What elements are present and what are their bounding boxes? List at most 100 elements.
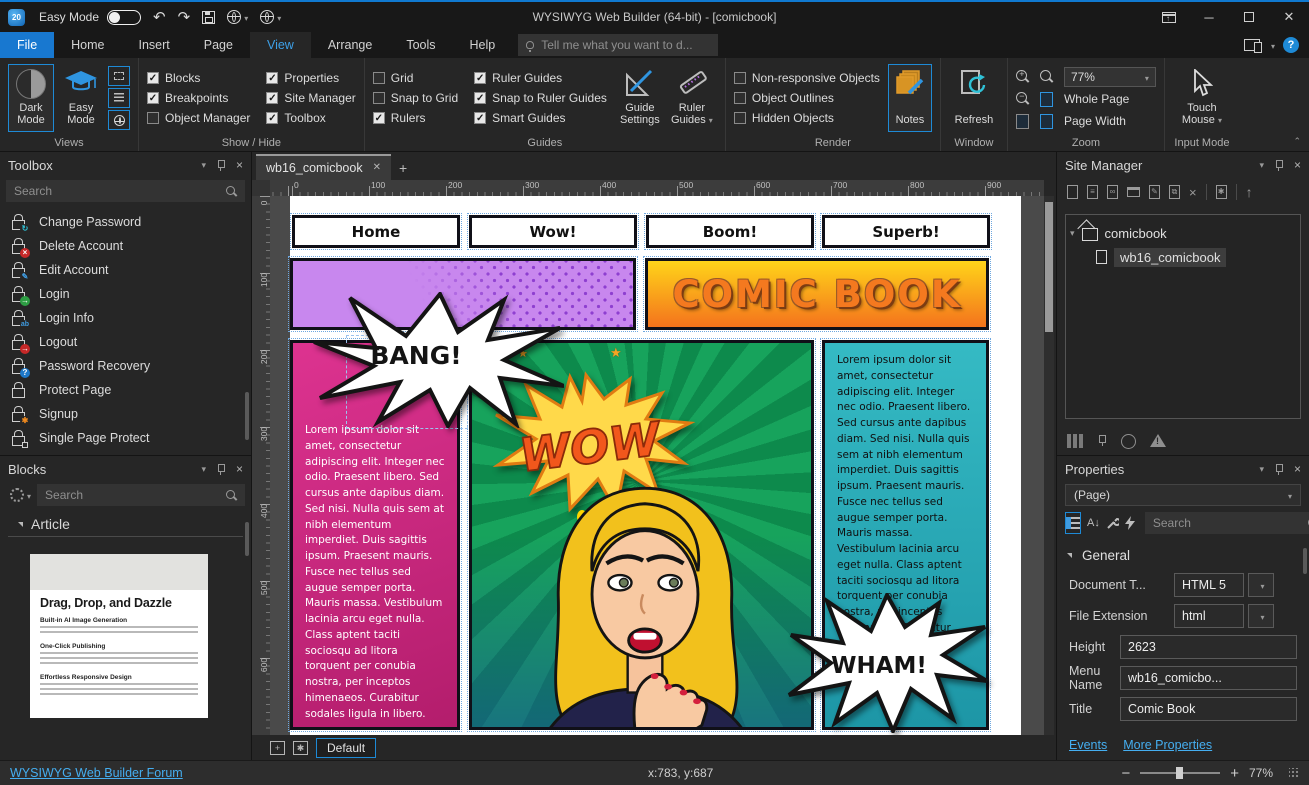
zoom-level-combo[interactable]: 77% — [1064, 67, 1156, 87]
blocks-search[interactable] — [37, 484, 245, 506]
toolbox-item-protect-page[interactable]: Protect Page — [0, 378, 251, 402]
tell-me-search[interactable]: Tell me what you want to d... — [518, 34, 718, 56]
zoom-in-icon[interactable]: + — [1016, 70, 1030, 84]
canvas-vertical-scrollbar[interactable] — [1044, 196, 1054, 735]
forum-link[interactable]: WYSIWYG Web Builder Forum — [10, 766, 183, 780]
toolbox-item-single-page-protect[interactable]: Single Page Protect — [0, 426, 251, 450]
tree-expand-icon[interactable]: ▾ — [1070, 228, 1075, 239]
page-settings-icon[interactable]: ✱ — [1216, 185, 1227, 199]
copy-page-icon[interactable]: ≡ — [1087, 185, 1098, 199]
tab-help[interactable]: Help — [453, 32, 513, 58]
fullscreen-button[interactable] — [108, 66, 130, 86]
help-icon[interactable]: ? — [1283, 37, 1299, 53]
toolbox-item-password-recovery[interactable]: ?Password Recovery — [0, 354, 251, 378]
tab-view[interactable]: View — [250, 32, 311, 58]
touch-mouse-button[interactable]: Touch Mouse — [1173, 64, 1231, 132]
zoom-reset-icon[interactable] — [1040, 70, 1054, 84]
tab-tools[interactable]: Tools — [389, 32, 452, 58]
properties-search[interactable] — [1145, 512, 1309, 534]
page-surface[interactable]: Home Wow! Boom! Superb! COMIC BOOK Lorem… — [290, 196, 1021, 735]
new-tab-icon[interactable]: + — [399, 160, 407, 180]
tab-page[interactable]: Page — [187, 32, 250, 58]
checkbox-properties[interactable]: ✓Properties — [266, 68, 355, 88]
zoom-out-icon[interactable]: − — [1016, 92, 1030, 106]
blocks-menu-icon[interactable]: ▾ — [201, 464, 206, 475]
comic-book-banner[interactable]: COMIC BOOK — [645, 258, 989, 330]
dark-mode-button[interactable]: Dark Mode — [8, 64, 54, 132]
tools-button[interactable] — [1106, 512, 1119, 534]
whole-page-icon[interactable] — [1040, 92, 1053, 107]
blocks-section-article[interactable]: Article — [8, 508, 243, 537]
checkbox-object-outlines[interactable]: Object Outlines — [734, 88, 880, 108]
file-extension-field[interactable] — [1174, 604, 1244, 628]
app-icon[interactable]: 20 — [8, 9, 25, 26]
sitemap-icon[interactable] — [1067, 434, 1083, 448]
preview-mode-button[interactable] — [108, 110, 130, 130]
breakpoint-default-button[interactable]: Default — [316, 738, 376, 758]
events-link[interactable]: Events — [1069, 738, 1107, 752]
move-up-icon[interactable]: ↑ — [1246, 184, 1253, 200]
properties-scrollbar[interactable] — [1303, 548, 1307, 574]
minimize-button[interactable]: ─ — [1189, 2, 1229, 32]
checkbox-blocks[interactable]: ✓Blocks — [147, 68, 250, 88]
events-view-button[interactable] — [1125, 512, 1135, 534]
properties-close-icon[interactable]: × — [1294, 463, 1301, 475]
properties-target-combo[interactable]: (Page) — [1065, 484, 1301, 506]
properties-pin-icon[interactable] — [1274, 463, 1284, 475]
scrollbar-thumb[interactable] — [1045, 202, 1053, 332]
block-thumbnail-article[interactable]: Drag, Drop, and Dazzle Built-in AI Image… — [30, 554, 208, 718]
nav-button-superb[interactable]: Superb! — [822, 215, 990, 248]
checkbox-snap-to-ruler-guides[interactable]: ✓Snap to Ruler Guides — [474, 88, 607, 108]
toolbox-search-input[interactable] — [14, 184, 226, 198]
checkbox-breakpoints[interactable]: ✓Breakpoints — [147, 88, 250, 108]
whole-page-label[interactable]: Whole Page — [1064, 92, 1156, 106]
checkbox-rulers[interactable]: ✓Rulers — [373, 108, 458, 128]
blocks-scrollbar[interactable] — [245, 522, 249, 556]
tab-insert[interactable]: Insert — [122, 32, 187, 58]
toolbox-item-delete-account[interactable]: ×Delete Account — [0, 234, 251, 258]
toolbox-close-icon[interactable]: × — [236, 159, 243, 171]
blocks-search-input[interactable] — [45, 488, 226, 502]
checkbox-non-responsive-objects[interactable]: Non-responsive Objects — [734, 68, 880, 88]
zoom-out-button[interactable]: − — [1121, 765, 1130, 782]
toolbox-item-login[interactable]: →Login — [0, 282, 251, 306]
zoom-100-icon[interactable] — [1016, 114, 1029, 129]
site-manager-pin-icon[interactable] — [1274, 159, 1284, 171]
checkbox-snap-to-grid[interactable]: Snap to Grid — [373, 88, 458, 108]
properties-search-input[interactable] — [1153, 516, 1308, 530]
tab-arrange[interactable]: Arrange — [311, 32, 389, 58]
pin-pages-icon[interactable] — [1097, 434, 1107, 446]
tab-close-icon[interactable]: ✕ — [373, 163, 381, 173]
preview-dropdown-icon[interactable] — [241, 10, 248, 24]
bang-starburst[interactable]: BANG! — [312, 292, 564, 428]
quick-access-customize-icon[interactable] — [274, 10, 281, 24]
toolbox-item-change-password[interactable]: ↻Change Password — [0, 210, 251, 234]
edit-page-icon[interactable]: ✎ — [1149, 185, 1160, 199]
refresh-button[interactable]: Refresh — [949, 64, 999, 132]
ribbon-collapse-icon[interactable]: ⌃ — [1293, 136, 1301, 147]
page-width-label[interactable]: Page Width — [1064, 114, 1156, 128]
blocks-gear-dropdown-icon[interactable] — [24, 488, 31, 502]
redo-icon[interactable]: ↷ — [178, 10, 191, 25]
categorized-view-button[interactable] — [1065, 512, 1081, 534]
tab-file[interactable]: File — [0, 32, 54, 58]
page-width-icon[interactable] — [1040, 114, 1053, 129]
checkbox-object-manager[interactable]: Object Manager — [147, 108, 250, 128]
checkbox-hidden-objects[interactable]: Hidden Objects — [734, 108, 880, 128]
add-breakpoint-icon[interactable]: + — [270, 741, 285, 755]
clone-page-icon[interactable]: ⧉ — [1169, 185, 1180, 199]
zoom-in-button[interactable]: + — [1230, 765, 1239, 782]
close-button[interactable]: ✕ — [1269, 2, 1309, 32]
alphabetical-sort-button[interactable]: A↓ — [1087, 512, 1100, 534]
manage-breakpoints-icon[interactable]: ✱ — [293, 741, 308, 755]
zoom-slider-thumb[interactable] — [1176, 767, 1183, 779]
site-manager-menu-icon[interactable]: ▾ — [1259, 160, 1264, 171]
blocks-close-icon[interactable]: × — [236, 463, 243, 475]
resize-grip[interactable] — [1289, 768, 1299, 778]
tab-home[interactable]: Home — [54, 32, 121, 58]
delete-page-icon[interactable]: × — [1189, 185, 1197, 200]
recent-pages-icon[interactable] — [1121, 434, 1136, 449]
notes-button[interactable]: Notes — [888, 64, 932, 132]
tree-node-page[interactable]: wb16_comicbook — [1070, 245, 1296, 269]
link-page-icon[interactable]: ∞ — [1107, 185, 1118, 199]
